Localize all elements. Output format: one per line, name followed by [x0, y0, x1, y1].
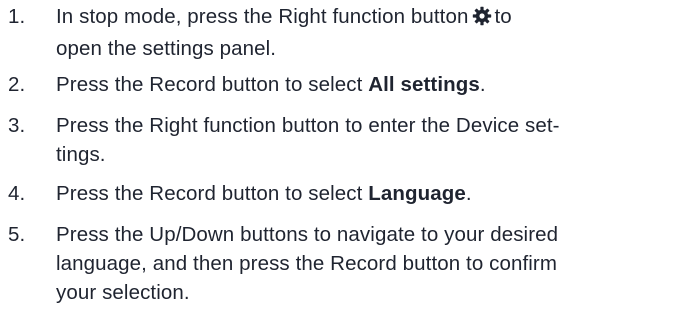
step-text: In stop mode, press the Right function b…: [56, 2, 686, 63]
step-line: Press the Record button to select All se…: [56, 70, 686, 99]
step-number: 3.: [8, 114, 26, 137]
step-number: 4.: [8, 182, 26, 205]
step-line: In stop mode, press the Right function b…: [56, 2, 686, 34]
setting-name-bold: Language: [368, 182, 466, 205]
step-text: Press the Record button to select All se…: [56, 70, 686, 99]
step-text-before: Press the Record button to select: [56, 182, 369, 205]
step-line: Press the Right function button to enter…: [56, 114, 560, 137]
step-number: 1.: [8, 5, 26, 28]
step-line: language, and then press the Record butt…: [56, 252, 558, 275]
step-text: Press the Up/Down buttons to navigate to…: [56, 220, 686, 307]
step-line: tings.: [56, 143, 106, 166]
step-text-before-icon: In stop mode, press the Right function b…: [56, 5, 469, 28]
step-text: Press the Right function button to enter…: [56, 111, 686, 169]
gear-icon: [472, 5, 492, 34]
step-line: Press the Record button to select Langua…: [56, 179, 686, 208]
setting-name-bold: All settings: [368, 73, 480, 96]
step-text: Press the Record button to select Langua…: [56, 179, 686, 208]
step-line: Press the Up/Down buttons to navigate to…: [56, 223, 559, 246]
step-text-after: .: [479, 73, 486, 96]
step-text-after-icon: to: [494, 5, 512, 28]
step-text-after: .: [465, 182, 472, 205]
step-line: your selection.: [56, 281, 190, 304]
step-text-before: Press the Record button to select: [56, 73, 369, 96]
step-number: 5.: [8, 223, 26, 246]
step-line: open the settings panel.: [56, 37, 277, 60]
instruction-list: 1. In stop mode, press the Right functio…: [0, 0, 689, 325]
step-number: 2.: [8, 73, 26, 96]
